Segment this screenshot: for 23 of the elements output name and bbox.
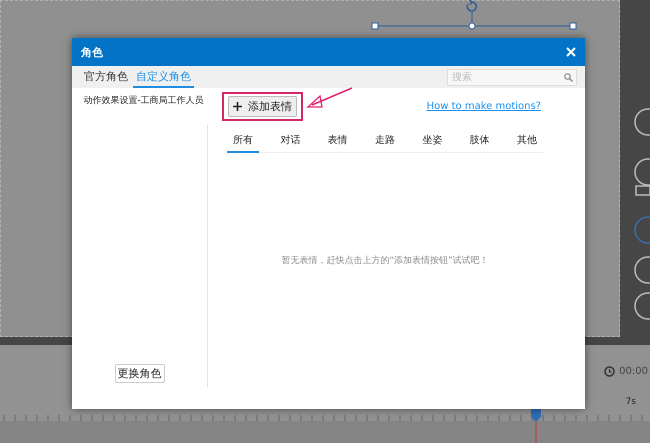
- timeline-track[interactable]: [0, 421, 650, 443]
- close-icon[interactable]: [566, 47, 576, 57]
- category-tab[interactable]: 肢体: [464, 130, 496, 153]
- category-tab[interactable]: 其他: [510, 130, 543, 153]
- category-tab[interactable]: 表情: [322, 130, 354, 153]
- character-name: 动作效果设置-工商局工作人员: [82, 94, 204, 107]
- change-character-button[interactable]: 更换角色: [114, 364, 164, 383]
- selection-handles-drawing[interactable]: [371, 0, 577, 32]
- add-expression-button[interactable]: 添加表情: [228, 96, 297, 116]
- dialog-title: 角色: [81, 44, 103, 60]
- clock-icon: [604, 366, 616, 376]
- category-tab[interactable]: 所有: [227, 130, 259, 153]
- search-icon: [564, 72, 573, 82]
- annotation-arrow: [306, 86, 354, 110]
- category-tab[interactable]: 对话: [274, 130, 306, 153]
- time-display: 00:00: [619, 366, 648, 376]
- search-field[interactable]: 搜索: [447, 68, 577, 86]
- category-tab[interactable]: 走路: [368, 130, 401, 153]
- plus-icon: [233, 102, 242, 110]
- ruler-label: 7s: [626, 397, 636, 407]
- tab[interactable]: 官方角色: [81, 66, 131, 88]
- empty-message: 暂无表情，赶快点击上方的“添加表情按钮”试试吧！: [281, 254, 489, 266]
- category-tab[interactable]: 坐姿: [416, 130, 448, 153]
